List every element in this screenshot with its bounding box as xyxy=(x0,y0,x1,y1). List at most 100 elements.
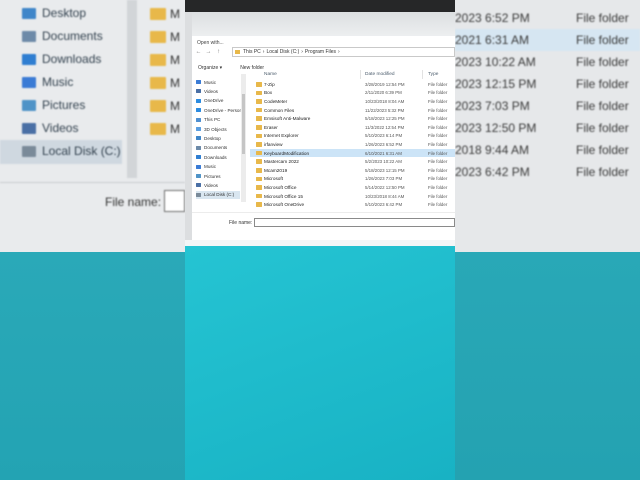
right-file-row[interactable]: 2023 12:50 PM File folder xyxy=(455,117,640,139)
drive-icon xyxy=(196,192,201,197)
left-nav-item[interactable]: Local Disk (C:) xyxy=(22,144,121,158)
file-date: 5/18/2023 12:25 PM xyxy=(365,116,405,122)
video-icon xyxy=(196,89,201,94)
forward-arrow-icon[interactable]: → xyxy=(205,49,212,56)
nav-item[interactable]: Documents xyxy=(196,144,227,152)
right-file-row[interactable]: 2023 10:22 AM File folder xyxy=(455,51,640,73)
file-row[interactable]: Microsoft Office 5/14/2022 12:50 PM File f… xyxy=(250,183,455,192)
right-file-row[interactable]: 2021 6:31 AM File folder xyxy=(455,29,640,51)
left-nav-item[interactable]: Videos xyxy=(22,121,78,135)
column-header-name[interactable]: Name xyxy=(264,70,277,78)
left-nav-item[interactable]: Desktop xyxy=(22,6,86,20)
file-date: 2023 12:50 PM xyxy=(455,121,537,135)
file-date: 2018 9:44 AM xyxy=(455,143,530,157)
nav-item-label: Videos xyxy=(204,182,218,188)
desktop-background[interactable] xyxy=(185,246,455,480)
breadcrumb-separator: › xyxy=(301,49,303,55)
left-nav-item[interactable]: Music xyxy=(22,75,73,89)
folder-icon xyxy=(256,107,262,113)
file-date: 2021 6:31 AM xyxy=(455,33,530,47)
nav-item-label: Desktop xyxy=(204,135,221,141)
folder-icon xyxy=(150,100,166,112)
column-header-date[interactable]: Date modified xyxy=(365,70,395,78)
file-type: File folder xyxy=(428,159,448,165)
left-file-name-input[interactable] xyxy=(164,190,185,212)
nav-item[interactable]: Music xyxy=(196,163,216,171)
nav-item[interactable]: OneDrive - Person xyxy=(196,106,242,114)
file-type: File folder xyxy=(428,167,448,173)
file-date: 2023 7:03 PM xyxy=(455,99,530,113)
nav-item[interactable]: Pictures xyxy=(196,172,221,180)
file-name-input[interactable] xyxy=(254,218,455,227)
nav-item[interactable]: Music xyxy=(196,78,216,86)
up-arrow-icon[interactable]: ↑ xyxy=(215,49,222,56)
file-name: Mastercam 2022 xyxy=(264,159,299,165)
file-row[interactable]: CodeMeter 10/23/2018 8:04 AM File folder xyxy=(250,97,455,106)
file-name: Microsoft Office xyxy=(264,184,297,190)
right-file-row[interactable]: 2018 9:44 AM File folder xyxy=(455,139,640,161)
file-date: 10/23/2018 8:04 AM xyxy=(365,98,405,104)
file-row[interactable]: Mcam2019 5/18/2023 12:15 PM File folder xyxy=(250,166,455,175)
file-type: File folder xyxy=(576,165,629,179)
file-name: Emsisoft Anti-Malware xyxy=(264,116,311,122)
right-file-row[interactable]: 2023 6:52 PM File folder xyxy=(455,7,640,29)
nav-icon xyxy=(22,53,36,65)
file-row[interactable]: Eraser 11/3/2022 12:54 PM File folder xyxy=(250,123,455,132)
file-row[interactable]: irfanview 1/26/2023 6:52 PM File folder xyxy=(250,140,455,149)
file-date: 2023 10:22 AM xyxy=(455,55,536,69)
file-name: 7-Zip xyxy=(264,81,275,87)
file-row[interactable]: Mastercam 2022 5/2/2023 10:22 AM File fold… xyxy=(250,157,455,166)
nav-item[interactable]: Local Disk (C:) xyxy=(196,190,240,199)
nav-item[interactable]: OneDrive xyxy=(196,97,223,105)
folder-icon xyxy=(256,82,262,87)
organize-button[interactable]: Organize ▾ xyxy=(198,65,222,71)
scrollbar-thumb[interactable] xyxy=(242,94,245,154)
screen-glare xyxy=(185,12,455,38)
file-row[interactable]: Common Files 11/22/2023 5:32 PM File folde… xyxy=(250,106,455,115)
breadcrumb-local-disk[interactable]: Local Disk (C:) xyxy=(266,49,299,55)
folder-name-fragment: M xyxy=(170,99,180,113)
breadcrumb-this-pc[interactable]: This PC xyxy=(243,49,261,55)
nav-item[interactable]: Videos xyxy=(196,181,218,189)
folder-icon xyxy=(256,142,262,147)
nav-item[interactable]: 3D Objects xyxy=(196,125,227,133)
nav-item[interactable]: Videos xyxy=(196,87,218,95)
nav-item[interactable]: This PC xyxy=(196,116,220,124)
file-row[interactable]: Internet Explorer 5/10/2023 6:14 PM File f… xyxy=(250,132,455,141)
left-scrollbar[interactable] xyxy=(127,0,137,178)
right-file-row[interactable]: 2023 7:03 PM File folder xyxy=(455,95,640,117)
nav-item[interactable]: Downloads xyxy=(196,153,227,161)
navigation-scrollbar[interactable] xyxy=(241,74,246,202)
column-separator[interactable] xyxy=(422,70,423,79)
cloud-icon xyxy=(196,98,201,103)
breadcrumb-program-files[interactable]: Program Files xyxy=(305,49,336,55)
open-with-dialog: Open with... ← → ↑ This PC › Local Disk … xyxy=(192,36,455,246)
nav-item[interactable]: Desktop xyxy=(196,134,221,142)
file-row[interactable]: 7-Zip 3/28/2019 12:54 PM File folder xyxy=(250,80,455,89)
right-file-row[interactable]: 2023 12:15 PM File folder xyxy=(455,73,640,95)
file-row[interactable]: Emsisoft Anti-Malware 5/18/2023 12:25 PM F… xyxy=(250,114,455,123)
file-row[interactable]: KeyboardModification 6/10/2021 6:31 AM Fil… xyxy=(250,148,455,158)
left-nav-item[interactable]: Documents xyxy=(22,29,103,43)
file-type: File folder xyxy=(428,98,448,104)
column-separator[interactable] xyxy=(360,70,361,79)
file-name: Eraser xyxy=(264,124,278,130)
file-name-label: File name: xyxy=(229,220,253,226)
file-row[interactable]: Box 2/11/2020 6:39 PM File folder xyxy=(250,89,455,98)
left-nav-item[interactable]: Pictures xyxy=(22,98,85,112)
file-row[interactable]: Microsoft Office 15 10/23/2018 8:44 AM Fil… xyxy=(250,192,455,201)
address-bar[interactable]: This PC › Local Disk (C:) › Program File… xyxy=(232,47,455,57)
column-header-type[interactable]: Type xyxy=(428,70,438,78)
file-date: 5/10/2023 6:14 PM xyxy=(365,133,403,139)
back-arrow-icon[interactable]: ← xyxy=(195,49,202,56)
file-date: 2023 6:52 PM xyxy=(455,11,530,25)
file-date: 6/10/2021 6:31 AM xyxy=(365,150,402,156)
right-file-row[interactable]: 2023 6:42 PM File folder xyxy=(455,161,640,183)
file-name: Microsoft OneDrive xyxy=(264,202,305,208)
file-name: Microsoft Office 15 xyxy=(264,193,303,199)
file-name: Microsoft xyxy=(264,176,284,182)
file-row[interactable]: Microsoft 1/26/2023 7:03 PM File folder xyxy=(250,175,455,184)
left-nav-item[interactable]: Downloads xyxy=(22,52,101,66)
file-type: File folder xyxy=(428,141,448,147)
file-row[interactable]: Microsoft OneDrive 5/10/2023 6:42 PM File … xyxy=(250,200,455,209)
